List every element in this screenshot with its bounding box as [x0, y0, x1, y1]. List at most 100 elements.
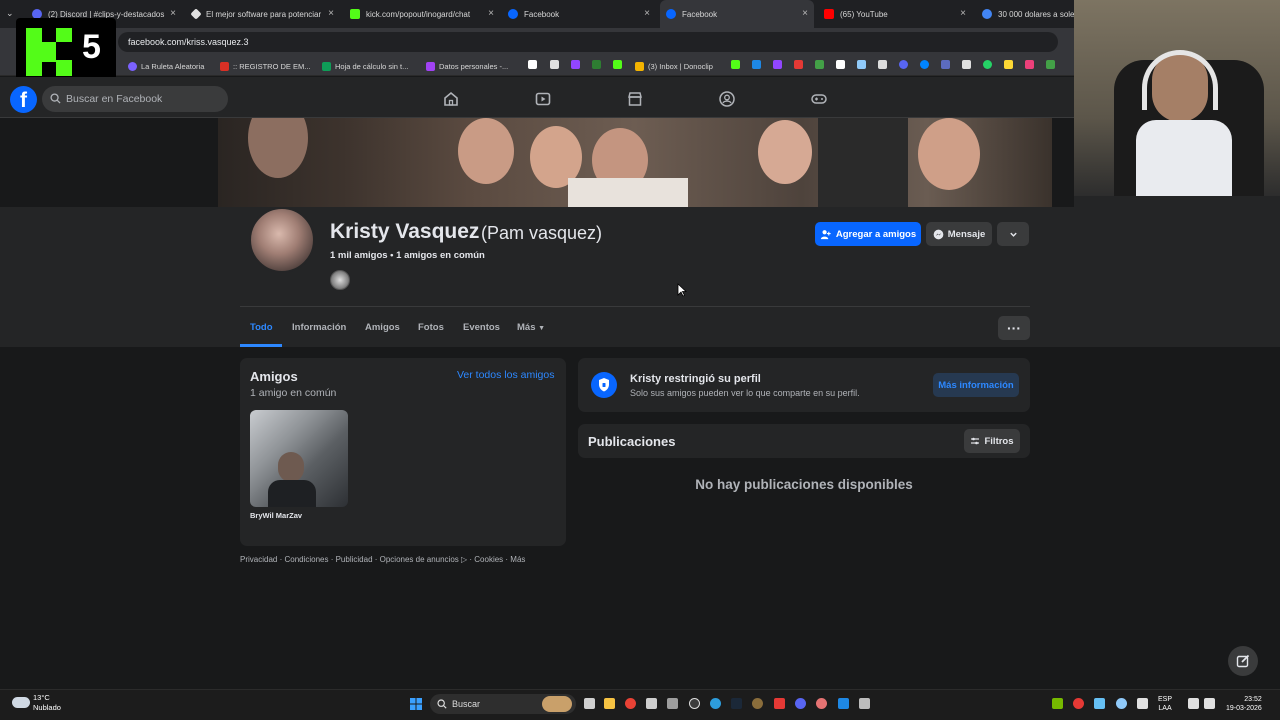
tab-close-icon[interactable]: ×: [960, 8, 966, 19]
tray-app-icon[interactable]: [1137, 698, 1148, 709]
tab-close-icon[interactable]: ×: [644, 8, 650, 19]
bookmark-app-icon[interactable]: [857, 60, 866, 69]
network-icon[interactable]: [1188, 698, 1199, 709]
bookmark-twitch-icon[interactable]: [571, 60, 580, 69]
bookmark-app-icon[interactable]: [1025, 60, 1034, 69]
bookmark-kick-icon[interactable]: [613, 60, 622, 69]
gaming-icon[interactable]: [810, 90, 828, 108]
tab-mas[interactable]: Más ▼: [517, 322, 545, 333]
clock[interactable]: 23:52 19-03-2026: [1226, 695, 1262, 713]
bookmark-app-icon[interactable]: [836, 60, 845, 69]
bookmark-datos[interactable]: Datos personales -...: [426, 60, 508, 72]
edge-icon[interactable]: [710, 698, 721, 709]
browser-tab-software[interactable]: El mejor software para potenciar ×: [186, 0, 340, 28]
caret-down-icon: ▼: [538, 325, 546, 332]
marketplace-icon[interactable]: [626, 90, 644, 108]
obs-icon[interactable]: [689, 698, 700, 709]
bookmark-hoja[interactable]: Hoja de cálculo sin t...: [322, 60, 408, 72]
browser-tab-strip: ⌄ (2) Discord | #clips-y-destacados × El…: [0, 0, 1074, 28]
tray-app-icon[interactable]: [1073, 698, 1084, 709]
browser-toolbar: facebook.com/kriss.vasquez.3: [0, 28, 1074, 56]
tab-fotos[interactable]: Fotos: [418, 322, 444, 333]
taskbar-app-icon[interactable]: [752, 698, 763, 709]
tray-app-icon[interactable]: [1116, 698, 1127, 709]
bookmark-whatsapp-icon[interactable]: [983, 60, 992, 69]
bookmark-discord-icon[interactable]: [899, 60, 908, 69]
bookmark-registro[interactable]: :: REGISTRO DE EM...: [220, 60, 311, 72]
tab-eventos[interactable]: Eventos: [463, 322, 500, 333]
keyboard-layout-indicator[interactable]: ESP LAA: [1158, 695, 1172, 713]
browser-tab-facebook-1[interactable]: Facebook ×: [502, 0, 656, 28]
tray-nvidia-icon[interactable]: [1052, 698, 1063, 709]
browser-tab-youtube[interactable]: (65) YouTube ×: [818, 0, 972, 28]
browser-tab-google[interactable]: 30 000 dolares a soles: [976, 0, 1074, 28]
tab-close-icon[interactable]: ×: [802, 8, 808, 19]
donoclip-icon: [635, 61, 644, 71]
tray-steam-icon[interactable]: [1094, 698, 1105, 709]
groups-icon[interactable]: [718, 90, 736, 108]
profile-dropdown-button[interactable]: [997, 222, 1029, 246]
friends-summary[interactable]: 1 mil amigos • 1 amigos en común: [330, 250, 485, 261]
profile-header-extension: [1074, 196, 1280, 347]
tab-close-icon[interactable]: ×: [328, 8, 334, 19]
bookmark-app-icon[interactable]: [550, 60, 559, 69]
taskbar-app-icon[interactable]: [667, 698, 678, 709]
more-options-button[interactable]: ···: [998, 316, 1030, 340]
tab-amigos[interactable]: Amigos: [365, 322, 400, 333]
bookmark-app-icon[interactable]: [794, 60, 803, 69]
home-icon[interactable]: [442, 90, 460, 108]
volume-icon[interactable]: [1204, 698, 1215, 709]
steam-icon[interactable]: [731, 698, 742, 709]
friend-name[interactable]: BryWil MarZav: [250, 511, 302, 520]
no-posts-message: No hay publicaciones disponibles: [695, 477, 913, 492]
page-footer-links[interactable]: Privacidad · Condiciones · Publicidad · …: [240, 555, 525, 564]
taskbar-app-icon[interactable]: [859, 698, 870, 709]
facebook-logo[interactable]: f: [10, 86, 37, 113]
bookmark-app-icon[interactable]: [731, 60, 740, 69]
address-bar[interactable]: facebook.com/kriss.vasquez.3: [118, 32, 1058, 52]
tab-close-icon[interactable]: ×: [488, 8, 494, 19]
bookmark-app-icon[interactable]: [1004, 60, 1013, 69]
taskbar-app-icon[interactable]: [816, 698, 827, 709]
bookmark-app-icon[interactable]: [592, 60, 601, 69]
profile-avatar[interactable]: [249, 207, 315, 273]
taskbar-app-icon[interactable]: [646, 698, 657, 709]
tab-informacion[interactable]: Información: [292, 322, 346, 333]
bookmark-donoclip[interactable]: (3) Inbox | Donoclip: [635, 60, 713, 72]
bookmark-app-icon[interactable]: [752, 60, 761, 69]
new-message-button[interactable]: [1228, 646, 1258, 676]
bookmark-app-icon[interactable]: [528, 60, 537, 69]
bookmark-app-icon[interactable]: [1046, 60, 1055, 69]
file-explorer-icon[interactable]: [604, 698, 615, 709]
task-view-icon[interactable]: [584, 698, 595, 709]
weather-widget[interactable]: 13°C Nublado: [33, 693, 61, 713]
video-icon[interactable]: [534, 90, 552, 108]
friends-card-title: Amigos: [250, 369, 298, 384]
tab-close-icon[interactable]: ×: [170, 8, 176, 19]
friend-photo[interactable]: [250, 410, 348, 507]
filters-button[interactable]: Filtros: [964, 429, 1020, 453]
diamond-favicon-icon: [190, 8, 202, 20]
bookmark-app-icon[interactable]: [941, 60, 950, 69]
more-info-button[interactable]: Más información: [933, 373, 1019, 397]
see-all-friends-link[interactable]: Ver todos los amigos: [457, 369, 554, 381]
message-button[interactable]: Mensaje: [926, 222, 992, 246]
taskbar-app-icon[interactable]: [774, 698, 785, 709]
chrome-icon[interactable]: [625, 698, 636, 709]
add-friend-button[interactable]: Agregar a amigos: [815, 222, 921, 246]
taskbar-search[interactable]: Buscar: [430, 694, 576, 714]
bookmark-app-icon[interactable]: [815, 60, 824, 69]
bookmark-ruleta[interactable]: La Ruleta Aleatoria: [128, 60, 204, 72]
tab-todo[interactable]: Todo: [250, 322, 273, 333]
facebook-search-input[interactable]: Buscar en Facebook: [42, 86, 228, 112]
bookmark-app-icon[interactable]: [962, 60, 971, 69]
discord-icon[interactable]: [795, 698, 806, 709]
windows-start-icon[interactable]: [410, 698, 422, 710]
browser-tab-facebook-active[interactable]: Facebook ×: [660, 0, 814, 28]
bookmark-app-icon[interactable]: [878, 60, 887, 69]
mutual-friend-avatar[interactable]: [330, 270, 350, 290]
taskbar-app-icon[interactable]: [838, 698, 849, 709]
bookmark-twitch-icon[interactable]: [773, 60, 782, 69]
browser-tab-kick[interactable]: kick.com/popout/inogard/chat ×: [344, 0, 500, 28]
bookmark-messenger-icon[interactable]: [920, 60, 929, 69]
